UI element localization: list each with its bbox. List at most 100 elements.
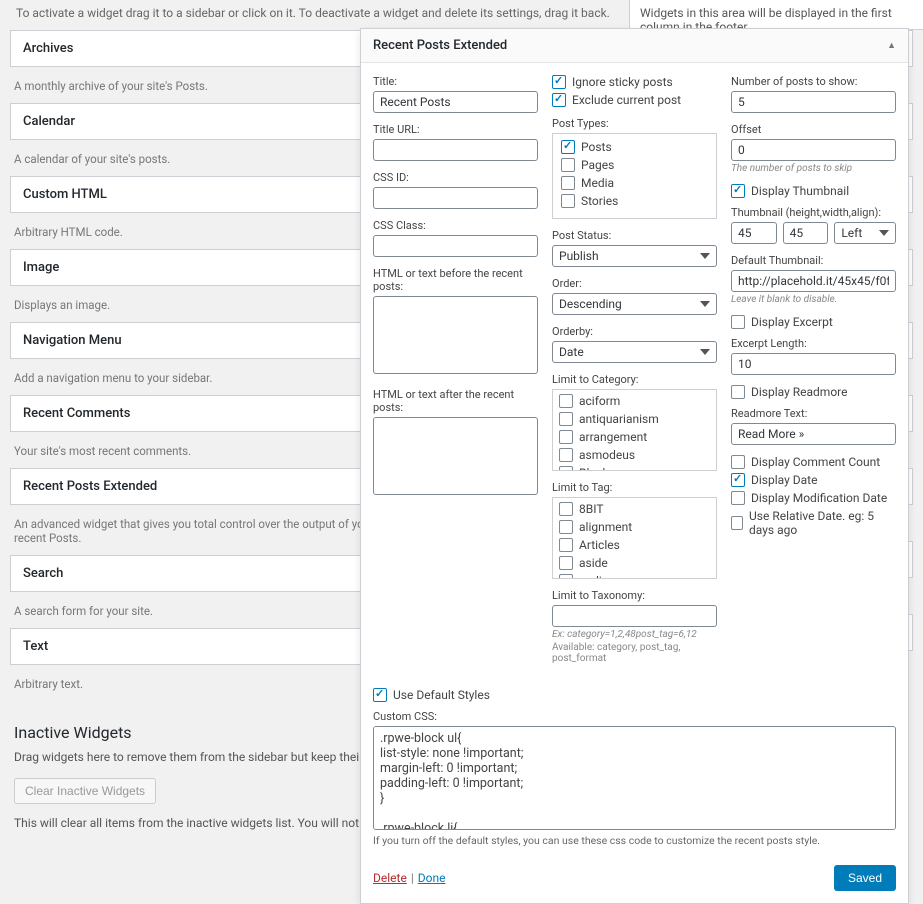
display-thumbnail-label: Display Thumbnail bbox=[751, 184, 849, 198]
post-status-label: Post Status: bbox=[552, 229, 717, 242]
css-class-input[interactable] bbox=[373, 235, 538, 257]
checkbox[interactable] bbox=[561, 158, 575, 172]
title-label: Title: bbox=[373, 75, 538, 88]
custom-css-label: Custom CSS: bbox=[373, 710, 896, 723]
tag-list[interactable]: 8BITalignmentArticlesasideaudio bbox=[552, 497, 717, 579]
checkbox-label: alignment bbox=[579, 520, 632, 534]
panel-title: Recent Posts Extended bbox=[373, 38, 507, 53]
thumb-width-input[interactable] bbox=[783, 222, 829, 244]
panel-footer-links: Delete|Done bbox=[373, 871, 445, 886]
default-thumb-label: Default Thumbnail: bbox=[731, 254, 896, 267]
widget-title: Custom HTML bbox=[23, 187, 107, 202]
checkbox[interactable] bbox=[561, 176, 575, 190]
thumb-align-select[interactable]: Left bbox=[834, 222, 896, 244]
html-before-textarea[interactable] bbox=[373, 296, 538, 374]
checkbox-label: Media bbox=[581, 176, 614, 190]
checkbox[interactable] bbox=[559, 502, 573, 516]
post-types-label: Post Types: bbox=[552, 117, 717, 130]
widget-title: Image bbox=[23, 260, 59, 275]
taxonomy-hint1: Ex: category=1,2,48post_tag=6,12 bbox=[552, 629, 717, 640]
widget-title: Search bbox=[23, 566, 63, 581]
panel-col-middle: Ignore sticky posts Exclude current post… bbox=[552, 75, 717, 674]
checkbox[interactable] bbox=[559, 574, 573, 579]
checkbox[interactable] bbox=[559, 538, 573, 552]
orderby-select[interactable]: Date bbox=[552, 341, 717, 363]
taxonomy-input[interactable] bbox=[552, 605, 717, 627]
checkbox[interactable] bbox=[561, 140, 575, 154]
ignore-sticky-label: Ignore sticky posts bbox=[572, 75, 673, 89]
checkbox[interactable] bbox=[559, 394, 573, 408]
widget-title: Calendar bbox=[23, 114, 75, 129]
checkbox[interactable] bbox=[561, 194, 575, 208]
limit-tag-label: Limit to Tag: bbox=[552, 481, 717, 494]
display-thumbnail-checkbox[interactable] bbox=[731, 184, 745, 198]
display-excerpt-checkbox[interactable] bbox=[731, 315, 745, 329]
display-readmore-label: Display Readmore bbox=[751, 385, 847, 399]
title-url-input[interactable] bbox=[373, 139, 538, 161]
post-types-box: PostsPagesMediaStories bbox=[552, 133, 717, 219]
widget-title: Recent Comments bbox=[23, 406, 130, 421]
checkbox[interactable] bbox=[559, 430, 573, 444]
widget-title: Navigation Menu bbox=[23, 333, 122, 348]
exclude-current-checkbox[interactable] bbox=[552, 93, 566, 107]
display-date-label: Display Date bbox=[751, 473, 817, 487]
offset-label: Offset bbox=[731, 123, 896, 136]
checkbox-label: 8BIT bbox=[579, 502, 603, 516]
done-link[interactable]: Done bbox=[418, 871, 446, 885]
exclude-current-label: Exclude current post bbox=[572, 93, 681, 107]
ignore-sticky-checkbox[interactable] bbox=[552, 75, 566, 89]
post-status-select[interactable]: Publish bbox=[552, 245, 717, 267]
limit-taxonomy-label: Limit to Taxonomy: bbox=[552, 589, 717, 602]
clear-inactive-button[interactable]: Clear Inactive Widgets bbox=[14, 778, 156, 804]
title-input[interactable] bbox=[373, 91, 538, 113]
widget-edit-panel: Recent Posts Extended ▲ Title: Title URL… bbox=[360, 28, 909, 904]
readmore-text-label: Readmore Text: bbox=[731, 407, 896, 420]
css-id-label: CSS ID: bbox=[373, 171, 538, 184]
checkbox[interactable] bbox=[559, 466, 573, 471]
use-default-styles-label: Use Default Styles bbox=[393, 688, 490, 702]
comment-count-checkbox[interactable] bbox=[731, 455, 745, 469]
mod-date-label: Display Modification Date bbox=[751, 491, 887, 505]
widget-title: Recent Posts Extended bbox=[23, 479, 157, 494]
checkbox-label: antiquarianism bbox=[579, 412, 659, 426]
css-class-label: CSS Class: bbox=[373, 219, 538, 232]
saved-button[interactable]: Saved bbox=[834, 865, 896, 891]
custom-css-textarea[interactable]: .rpwe-block ul{ list-style: none !import… bbox=[373, 726, 896, 830]
panel-header[interactable]: Recent Posts Extended ▲ bbox=[361, 29, 908, 63]
readmore-text-input[interactable] bbox=[731, 423, 896, 445]
checkbox[interactable] bbox=[559, 412, 573, 426]
excerpt-length-label: Excerpt Length: bbox=[731, 337, 896, 350]
relative-date-checkbox[interactable] bbox=[731, 516, 743, 530]
panel-col-right: Number of posts to show: OffsetThe numbe… bbox=[731, 75, 896, 674]
category-list[interactable]: aciformantiquarianismarrangementasmodeus… bbox=[552, 389, 717, 471]
thumb-height-input[interactable] bbox=[731, 222, 777, 244]
html-after-textarea[interactable] bbox=[373, 417, 538, 495]
checkbox[interactable] bbox=[559, 448, 573, 462]
widget-title: Archives bbox=[23, 41, 73, 56]
comment-count-label: Display Comment Count bbox=[751, 455, 880, 469]
display-excerpt-label: Display Excerpt bbox=[751, 315, 833, 329]
relative-date-label: Use Relative Date. eg: 5 days ago bbox=[749, 509, 896, 537]
widget-title: Text bbox=[23, 639, 48, 654]
use-default-styles-checkbox[interactable] bbox=[373, 688, 387, 702]
thumb-dims-label: Thumbnail (height,width,align): bbox=[731, 206, 896, 219]
order-label: Order: bbox=[552, 277, 717, 290]
offset-input[interactable] bbox=[731, 139, 896, 161]
num-posts-input[interactable] bbox=[731, 91, 896, 113]
checkbox[interactable] bbox=[559, 556, 573, 570]
default-thumb-hint: Leave it blank to disable. bbox=[731, 294, 896, 305]
css-id-input[interactable] bbox=[373, 187, 538, 209]
checkbox[interactable] bbox=[559, 520, 573, 534]
mod-date-checkbox[interactable] bbox=[731, 491, 745, 505]
checkbox-label: audio bbox=[579, 574, 609, 579]
display-readmore-checkbox[interactable] bbox=[731, 385, 745, 399]
display-date-checkbox[interactable] bbox=[731, 473, 745, 487]
excerpt-length-input[interactable] bbox=[731, 353, 896, 375]
orderby-label: Orderby: bbox=[552, 325, 717, 338]
order-select[interactable]: Descending bbox=[552, 293, 717, 315]
footer-area-desc: Widgets in this area will be displayed i… bbox=[629, 0, 923, 30]
limit-category-label: Limit to Category: bbox=[552, 373, 717, 386]
delete-link[interactable]: Delete bbox=[373, 871, 407, 885]
default-thumb-input[interactable] bbox=[731, 270, 896, 292]
collapse-icon[interactable]: ▲ bbox=[887, 40, 896, 51]
